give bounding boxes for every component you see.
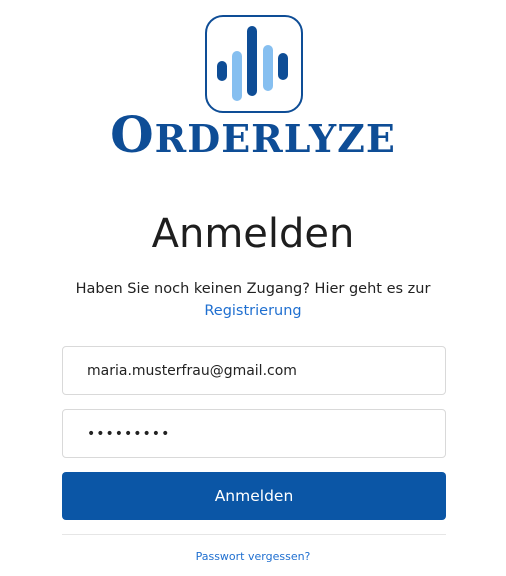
email-field[interactable] bbox=[62, 346, 446, 395]
page-title: Anmelden bbox=[151, 211, 355, 257]
forgot-password-wrapper: Passwort vergessen? bbox=[0, 550, 506, 564]
forgot-password-link[interactable]: Passwort vergessen? bbox=[196, 550, 311, 563]
sound-wave-bars-icon bbox=[217, 26, 288, 101]
brand-initial: O bbox=[110, 105, 155, 164]
password-field[interactable] bbox=[62, 409, 446, 458]
brand-name: RDERLYZE bbox=[154, 116, 396, 161]
no-account-text: Haben Sie noch keinen Zugang? Hier geht … bbox=[75, 281, 431, 297]
divider bbox=[62, 534, 446, 535]
register-link-wrapper: Registrierung bbox=[0, 302, 506, 320]
login-button[interactable]: Anmelden bbox=[62, 472, 446, 520]
app-logo bbox=[205, 15, 303, 113]
brand-wordmark: ORDERLYZE bbox=[0, 108, 506, 174]
register-link[interactable]: Registrierung bbox=[204, 303, 301, 319]
